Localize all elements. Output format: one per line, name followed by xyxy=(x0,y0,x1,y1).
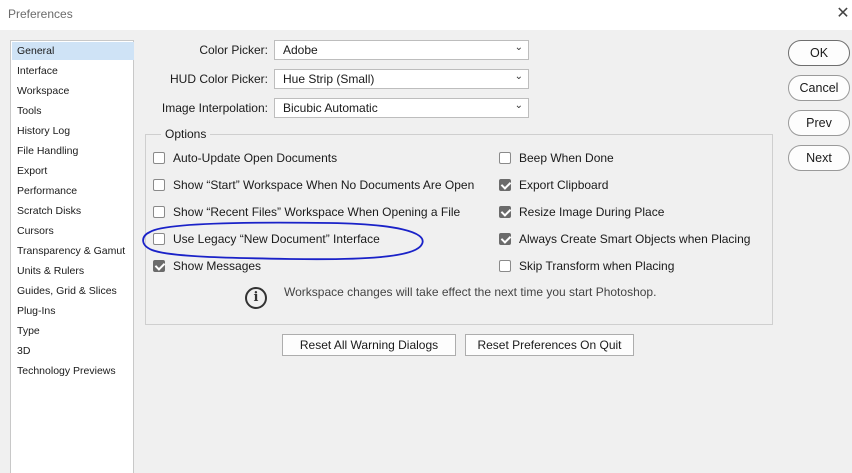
chevron-down-icon: ⌄ xyxy=(514,100,523,111)
sidebar-item-units-rulers[interactable]: Units & Rulers xyxy=(12,262,134,280)
sidebar-item-workspace[interactable]: Workspace xyxy=(12,82,134,100)
checkbox-box[interactable] xyxy=(153,179,165,191)
sidebar-item-3d[interactable]: 3D xyxy=(12,342,134,360)
info-circle-icon: i xyxy=(245,287,267,309)
checkbox-label: Skip Transform when Placing xyxy=(519,259,675,273)
checkbox-label: Show “Start” Workspace When No Documents… xyxy=(173,178,475,192)
sidebar-item-file-handling[interactable]: File Handling xyxy=(12,142,134,160)
chevron-down-icon: ⌄ xyxy=(514,42,523,53)
color-picker-label: Color Picker: xyxy=(199,43,268,57)
sidebar-item-export[interactable]: Export xyxy=(12,162,134,180)
title-bar: Preferences ✕ xyxy=(0,0,852,30)
checkbox-box[interactable] xyxy=(153,260,165,272)
prev-button[interactable]: Prev xyxy=(788,110,850,136)
checkbox-box[interactable] xyxy=(153,206,165,218)
export-clipboard-checkbox[interactable]: Export Clipboard xyxy=(499,177,608,193)
checkbox-box[interactable] xyxy=(499,179,511,191)
next-button[interactable]: Next xyxy=(788,145,850,171)
sidebar-item-scratch-disks[interactable]: Scratch Disks xyxy=(12,202,134,220)
image-interpolation-select[interactable]: Bicubic Automatic ⌄ xyxy=(274,98,529,118)
hud-color-picker-label: HUD Color Picker: xyxy=(169,72,268,86)
reset-preferences-on-quit-button[interactable]: Reset Preferences On Quit xyxy=(465,334,634,356)
sidebar-item-plug-ins[interactable]: Plug-Ins xyxy=(12,302,134,320)
beep-when-done-checkbox[interactable]: Beep When Done xyxy=(499,150,614,166)
sidebar-item-history-log[interactable]: History Log xyxy=(12,122,134,140)
sidebar-item-guides-grid-slices[interactable]: Guides, Grid & Slices xyxy=(12,282,134,300)
checkbox-label: Show “Recent Files” Workspace When Openi… xyxy=(173,205,461,219)
skip-transform-when-placing-checkbox[interactable]: Skip Transform when Placing xyxy=(499,258,674,274)
checkbox-label: Use Legacy “New Document” Interface xyxy=(173,232,380,246)
checkbox-label: Export Clipboard xyxy=(519,178,609,192)
sidebar-item-tools[interactable]: Tools xyxy=(12,102,134,120)
checkbox-box[interactable] xyxy=(499,206,511,218)
color-picker-select[interactable]: Adobe ⌄ xyxy=(274,40,529,60)
checkbox-label: Beep When Done xyxy=(519,151,614,165)
preferences-sidebar: General Interface Workspace Tools Histor… xyxy=(10,40,134,473)
window-title: Preferences xyxy=(8,7,73,21)
checkbox-label: Auto-Update Open Documents xyxy=(173,151,338,165)
checkbox-label: Always Create Smart Objects when Placing xyxy=(519,232,751,246)
checkbox-label: Show Messages xyxy=(173,259,262,273)
sidebar-item-cursors[interactable]: Cursors xyxy=(12,222,134,240)
resize-image-during-place-checkbox[interactable]: Resize Image During Place xyxy=(499,204,664,220)
image-interpolation-label: Image Interpolation: xyxy=(161,101,268,115)
checkbox-box[interactable] xyxy=(499,152,511,164)
image-interpolation-value: Bicubic Automatic xyxy=(283,101,378,115)
color-picker-value: Adobe xyxy=(283,43,318,57)
chevron-down-icon: ⌄ xyxy=(514,71,523,82)
ok-button[interactable]: OK xyxy=(788,40,850,66)
sidebar-item-general[interactable]: General xyxy=(12,42,134,60)
show-recent-files-workspace-checkbox[interactable]: Show “Recent Files” Workspace When Openi… xyxy=(153,204,460,220)
cancel-button[interactable]: Cancel xyxy=(788,75,850,101)
always-create-smart-objects-checkbox[interactable]: Always Create Smart Objects when Placing xyxy=(499,231,750,247)
checkbox-label: Resize Image During Place xyxy=(519,205,665,219)
checkbox-box[interactable] xyxy=(499,233,511,245)
hud-color-picker-value: Hue Strip (Small) xyxy=(283,72,375,86)
sidebar-item-transparency-gamut[interactable]: Transparency & Gamut xyxy=(12,242,134,260)
show-messages-checkbox[interactable]: Show Messages xyxy=(153,258,261,274)
sidebar-item-type[interactable]: Type xyxy=(12,322,134,340)
hud-color-picker-select[interactable]: Hue Strip (Small) ⌄ xyxy=(274,69,529,89)
checkbox-box[interactable] xyxy=(153,152,165,164)
sidebar-item-performance[interactable]: Performance xyxy=(12,182,134,200)
auto-update-open-documents-checkbox[interactable]: Auto-Update Open Documents xyxy=(153,150,337,166)
workspace-info-text: Workspace changes will take effect the n… xyxy=(284,285,657,299)
close-icon[interactable]: ✕ xyxy=(834,3,852,25)
checkbox-box[interactable] xyxy=(153,233,165,245)
checkbox-box[interactable] xyxy=(499,260,511,272)
reset-all-warning-dialogs-button[interactable]: Reset All Warning Dialogs xyxy=(282,334,456,356)
sidebar-item-technology-previews[interactable]: Technology Previews xyxy=(12,362,134,380)
options-legend: Options xyxy=(161,127,211,141)
show-start-workspace-checkbox[interactable]: Show “Start” Workspace When No Documents… xyxy=(153,177,474,193)
sidebar-item-interface[interactable]: Interface xyxy=(12,62,134,80)
use-legacy-new-document-checkbox[interactable]: Use Legacy “New Document” Interface xyxy=(153,231,380,247)
